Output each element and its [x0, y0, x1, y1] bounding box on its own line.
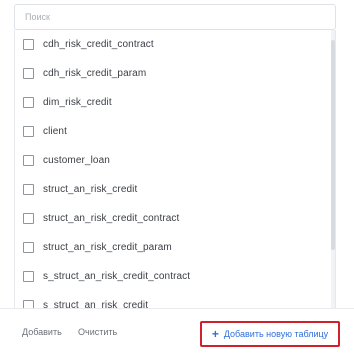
checkbox[interactable]: [23, 184, 34, 195]
list-item[interactable]: customer_loan: [15, 146, 335, 175]
table-name: client: [43, 126, 67, 137]
checkbox[interactable]: [23, 213, 34, 224]
list-item[interactable]: s_struct_an_risk_credit: [15, 291, 335, 308]
list-item[interactable]: struct_an_risk_credit: [15, 175, 335, 204]
list-item[interactable]: dim_risk_credit: [15, 88, 335, 117]
search-field[interactable]: [14, 4, 336, 30]
checkbox[interactable]: [23, 300, 34, 308]
checkbox[interactable]: [23, 68, 34, 79]
list-item[interactable]: s_struct_an_risk_credit_contract: [15, 262, 335, 291]
plus-icon: +: [211, 327, 219, 341]
checkbox[interactable]: [23, 242, 34, 253]
table-list: cdh_risk_credit_contract cdh_risk_credit…: [15, 30, 335, 308]
table-name: struct_an_risk_credit_param: [43, 242, 172, 253]
search-input[interactable]: [15, 5, 335, 29]
checkbox[interactable]: [23, 97, 34, 108]
add-new-table-label: Добавить новую таблицу: [223, 329, 329, 339]
table-name: cdh_risk_credit_contract: [43, 39, 154, 50]
list-item[interactable]: cdh_risk_credit_contract: [15, 30, 335, 59]
table-name: s_struct_an_risk_credit: [43, 300, 149, 308]
table-list-container: cdh_risk_credit_contract cdh_risk_credit…: [14, 30, 336, 308]
list-item[interactable]: cdh_risk_credit_param: [15, 59, 335, 88]
table-name: struct_an_risk_credit: [43, 184, 138, 195]
table-name: s_struct_an_risk_credit_contract: [43, 271, 191, 282]
list-item[interactable]: struct_an_risk_credit_contract: [15, 204, 335, 233]
checkbox[interactable]: [23, 271, 34, 282]
checkbox[interactable]: [23, 126, 34, 137]
table-name: struct_an_risk_credit_contract: [43, 213, 180, 224]
checkbox[interactable]: [23, 39, 34, 50]
scrollbar-thumb[interactable]: [331, 40, 335, 250]
list-item[interactable]: struct_an_risk_credit_param: [15, 233, 335, 262]
footer-bar: Добавить Очистить + Добавить новую табли…: [0, 308, 354, 358]
table-name: dim_risk_credit: [43, 97, 112, 108]
table-picker-panel: cdh_risk_credit_contract cdh_risk_credit…: [0, 0, 354, 358]
scrollbar-track[interactable]: [331, 30, 335, 308]
checkbox[interactable]: [23, 155, 34, 166]
list-item[interactable]: client: [15, 117, 335, 146]
add-new-table-button[interactable]: + Добавить новую таблицу: [200, 321, 340, 347]
clear-button[interactable]: Очистить: [78, 327, 117, 337]
add-selected-button[interactable]: Добавить: [22, 327, 62, 337]
table-name: cdh_risk_credit_param: [43, 68, 147, 79]
table-name: customer_loan: [43, 155, 110, 166]
